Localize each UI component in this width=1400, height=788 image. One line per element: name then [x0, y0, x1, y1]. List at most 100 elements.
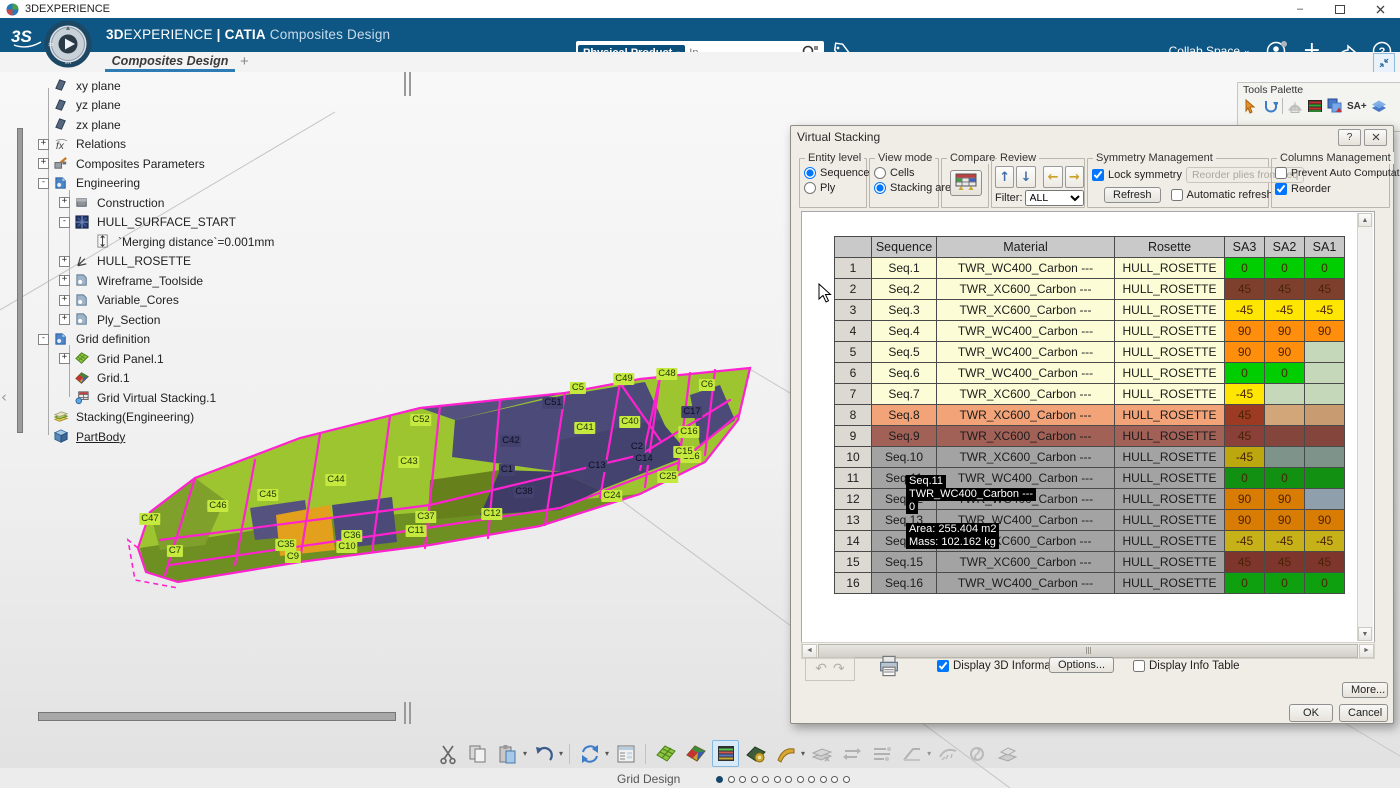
- ramp-support-dropdown-caret[interactable]: ▾: [927, 749, 931, 758]
- display-info-table-checkbox[interactable]: [1133, 660, 1145, 672]
- expand-icon[interactable]: +: [59, 275, 70, 287]
- row-number[interactable]: 7: [834, 383, 872, 405]
- panel-collapse-chevron[interactable]: ‹: [1, 388, 7, 406]
- sa2-cell[interactable]: 90: [1264, 320, 1305, 342]
- sa2-cell[interactable]: 0: [1264, 362, 1305, 384]
- form-view-button[interactable]: [612, 740, 639, 767]
- display-3d-information-checkbox[interactable]: [937, 660, 949, 672]
- sa3-cell[interactable]: 0: [1224, 362, 1265, 384]
- sa2-cell[interactable]: -45: [1264, 530, 1305, 552]
- row-number[interactable]: 4: [834, 320, 872, 342]
- column-header-sequence[interactable]: Sequence: [871, 236, 937, 258]
- sa1-cell[interactable]: [1304, 467, 1345, 489]
- sa2-cell[interactable]: [1264, 383, 1305, 405]
- expand-icon[interactable]: +: [59, 314, 70, 326]
- review-next-button[interactable]: →: [1064, 166, 1085, 188]
- seq-cell[interactable]: Seq.5: [871, 341, 937, 363]
- expand-icon[interactable]: +: [59, 294, 70, 306]
- dialog-help-button[interactable]: ?: [1338, 128, 1361, 146]
- sa2-cell[interactable]: -45: [1264, 299, 1305, 321]
- seq-cell[interactable]: Seq.14: [871, 530, 937, 552]
- sa3-cell[interactable]: 90: [1224, 341, 1265, 363]
- rosette-cell[interactable]: HULL_ROSETTE: [1114, 362, 1225, 384]
- row-number[interactable]: 8: [834, 404, 872, 426]
- pager-dot-3[interactable]: [739, 776, 746, 783]
- tree-item-grid-virtual-stacking-1[interactable]: Grid Virtual Stacking.1: [30, 388, 390, 408]
- sa2-cell[interactable]: 0: [1264, 572, 1305, 594]
- material-cell[interactable]: TWR_WC400_Carbon ---: [936, 320, 1115, 342]
- ply-group-button[interactable]: [808, 740, 835, 767]
- review-down-button[interactable]: ↓: [1016, 166, 1036, 188]
- select-cursor-icon[interactable]: [1242, 98, 1258, 114]
- sa1-cell[interactable]: [1304, 362, 1345, 384]
- inspect-button[interactable]: [934, 740, 961, 767]
- rosette-cell[interactable]: HULL_ROSETTE: [1114, 551, 1225, 573]
- sa1-cell[interactable]: [1304, 446, 1345, 468]
- filter-dropdown[interactable]: ALL: [1024, 190, 1084, 206]
- view-cells-radio[interactable]: [874, 167, 886, 179]
- tree-item-hull-surface-start[interactable]: - HULL_SURFACE_START: [30, 213, 390, 233]
- rosette-cell[interactable]: HULL_ROSETTE: [1114, 404, 1225, 426]
- row-number[interactable]: 10: [834, 446, 872, 468]
- sa1-cell[interactable]: [1304, 404, 1345, 426]
- entity-sequence-radio[interactable]: [804, 167, 816, 179]
- sa3-cell[interactable]: -45: [1224, 530, 1265, 552]
- material-cell[interactable]: TWR_WC400_Carbon ---: [936, 467, 1115, 489]
- rosette-cell[interactable]: HULL_ROSETTE: [1114, 488, 1225, 510]
- dome-grid-icon[interactable]: [1287, 98, 1303, 114]
- row-number[interactable]: 14: [834, 530, 872, 552]
- rosette-cell[interactable]: HULL_ROSETTE: [1114, 320, 1225, 342]
- seq-cell[interactable]: Seq.8: [871, 404, 937, 426]
- tree-item-variable-cores[interactable]: + Variable_Cores: [30, 291, 390, 311]
- tree-item-grid-definition[interactable]: - Grid definition: [30, 330, 390, 350]
- sa1-cell[interactable]: [1304, 488, 1345, 510]
- rotate-icon[interactable]: [1262, 98, 1278, 114]
- pager-dot-6[interactable]: [773, 776, 781, 783]
- grid-panel-button[interactable]: [652, 740, 679, 767]
- expand-icon[interactable]: +: [38, 158, 49, 170]
- material-cell[interactable]: TWR_XC600_Carbon ---: [936, 446, 1115, 468]
- rosette-cell[interactable]: HULL_ROSETTE: [1114, 299, 1225, 321]
- pager-dot-4[interactable]: [750, 776, 758, 783]
- material-cell[interactable]: TWR_WC400_Carbon ---: [936, 362, 1115, 384]
- pager-dot-8[interactable]: [796, 776, 804, 783]
- sa3-cell[interactable]: -45: [1224, 446, 1265, 468]
- paste-dropdown-caret[interactable]: ▾: [523, 749, 527, 758]
- rosette-cell[interactable]: HULL_ROSETTE: [1114, 572, 1225, 594]
- material-cell[interactable]: TWR_WC400_Carbon ---: [936, 509, 1115, 531]
- pager-dot-7[interactable]: [785, 776, 792, 783]
- collapse-icon[interactable]: -: [38, 177, 49, 189]
- rosette-cell[interactable]: HULL_ROSETTE: [1114, 530, 1225, 552]
- dialog-undo-icon[interactable]: ↶: [815, 661, 827, 677]
- compass-play-button[interactable]: V.R 3D: [44, 20, 92, 68]
- dialog-titlebar[interactable]: Virtual Stacking ?: [791, 126, 1393, 148]
- sa2-cell[interactable]: 45: [1264, 278, 1305, 300]
- tree-item-zx-plane[interactable]: zx plane: [30, 115, 390, 135]
- swap-ply-button[interactable]: [838, 740, 865, 767]
- sa2-cell[interactable]: 0: [1264, 467, 1305, 489]
- grid-gear-button[interactable]: [742, 740, 769, 767]
- pager-dot-10[interactable]: [819, 776, 827, 783]
- material-cell[interactable]: TWR_XC600_Carbon ---: [936, 404, 1115, 426]
- tree-item-engineering[interactable]: - Engineering: [30, 174, 390, 194]
- row-number[interactable]: 12: [834, 488, 872, 510]
- tree-item-hull-rosette[interactable]: + HULL_ROSETTE: [30, 252, 390, 272]
- reorder-checkbox[interactable]: [1275, 183, 1287, 195]
- expand-icon[interactable]: +: [59, 353, 70, 365]
- material-cell[interactable]: TWR_XC600_Carbon ---: [936, 551, 1115, 573]
- sa1-cell[interactable]: [1304, 341, 1345, 363]
- cut-button[interactable]: [434, 740, 461, 767]
- tree-resize-grip-top[interactable]: [404, 72, 411, 96]
- sa3-cell[interactable]: 0: [1224, 572, 1265, 594]
- sa2-cell[interactable]: 90: [1264, 341, 1305, 363]
- sa1-cell[interactable]: 45: [1304, 551, 1345, 573]
- row-number[interactable]: 2: [834, 278, 872, 300]
- expand-icon[interactable]: +: [59, 255, 70, 267]
- tree-scrollbar[interactable]: [17, 128, 23, 433]
- material-cell[interactable]: TWR_WC400_Carbon ---: [936, 488, 1115, 510]
- tree-item-grid-1[interactable]: Grid.1: [30, 369, 390, 389]
- review-previous-button[interactable]: ←: [1043, 166, 1063, 188]
- rosette-cell[interactable]: HULL_ROSETTE: [1114, 467, 1225, 489]
- refresh-button[interactable]: Refresh: [1104, 187, 1161, 203]
- seq-cell[interactable]: Seq.2: [871, 278, 937, 300]
